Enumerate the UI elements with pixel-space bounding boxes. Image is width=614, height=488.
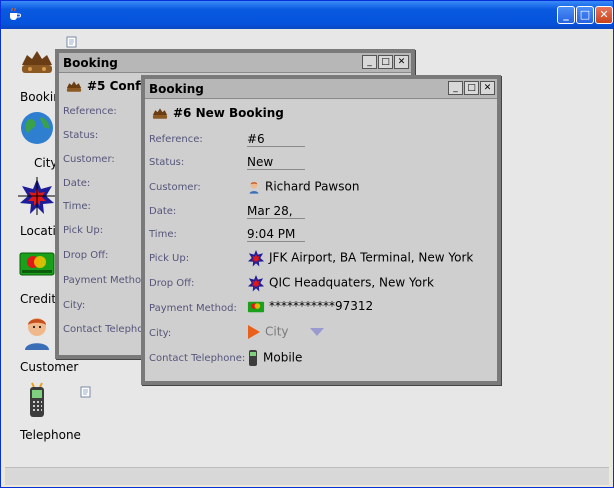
close-button[interactable]: ✕ — [394, 55, 409, 69]
city-flag-icon — [248, 325, 260, 339]
date-field[interactable]: Mar 28, — [247, 204, 305, 219]
payment-method-field[interactable]: ***********97312 — [247, 299, 373, 314]
drop-off-field[interactable]: QIC Headquaters, New York — [247, 274, 434, 292]
field-label: Status: — [149, 157, 185, 168]
desktop-icon-label: Telephone — [20, 428, 81, 442]
location-icon — [247, 249, 265, 267]
maximize-button[interactable]: □ — [464, 81, 479, 95]
customer-field[interactable]: Richard Pawson — [247, 178, 359, 196]
location-icon — [247, 274, 265, 292]
minimize-button[interactable]: _ — [362, 55, 377, 69]
location-icon — [18, 177, 56, 215]
booking-window-front[interactable]: Booking _ □ ✕ #6 New Booking Reference: #6… — [141, 75, 501, 385]
credit-card-icon — [247, 301, 265, 312]
contact-telephone-value: Mobile — [263, 350, 303, 365]
field-label: Pick Up: — [149, 253, 190, 264]
credit-card-icon — [19, 252, 55, 276]
desktop-icon-telephone[interactable]: Telephone — [8, 381, 98, 443]
time-field[interactable]: 9:04 PM — [247, 227, 305, 242]
desktop-icon-label: City — [34, 156, 58, 170]
field-label: Drop Off: — [63, 250, 109, 261]
customer-value: Richard Pawson — [265, 179, 360, 194]
status-bar — [5, 467, 609, 485]
status-field[interactable]: New — [247, 155, 305, 170]
customer-icon — [25, 318, 49, 350]
pick-up-field[interactable]: JFK Airport, BA Terminal, New York — [247, 249, 473, 267]
field-label: Customer: — [63, 154, 115, 165]
city-icon — [21, 112, 53, 144]
booking-icon — [22, 51, 52, 73]
field-label: Drop Off: — [149, 278, 195, 289]
field-label: Time: — [63, 201, 91, 212]
field-label: Status: — [63, 130, 99, 141]
field-label: Reference: — [63, 106, 117, 117]
field-label: Date: — [149, 206, 177, 217]
booking-icon — [152, 107, 168, 119]
field-label: Pick Up: — [63, 225, 104, 236]
minimize-button[interactable]: _ — [557, 6, 575, 24]
java-cup-icon — [10, 7, 21, 20]
maximize-button[interactable]: □ — [576, 6, 594, 24]
field-label: Payment Method: — [63, 275, 151, 286]
window-title: Booking — [149, 82, 204, 96]
customer-icon — [249, 181, 259, 194]
field-label: Customer: — [149, 182, 201, 193]
window-heading: #6 New Booking — [151, 106, 284, 121]
booking-icon — [66, 80, 82, 92]
field-label: City: — [149, 328, 172, 339]
window-titlebar[interactable]: Booking _ □ ✕ — [59, 53, 411, 73]
payment-method-value: ***********97312 — [269, 299, 374, 313]
desktop: Booking City Location Credit Card Custom… — [5, 29, 609, 467]
close-button[interactable]: ✕ — [595, 6, 613, 24]
field-label: City: — [63, 300, 86, 311]
field-label: Contact Telephone: — [149, 353, 246, 364]
field-label: Reference: — [149, 134, 203, 145]
telephone-icon — [30, 382, 44, 417]
heading-text: #6 New Booking — [173, 106, 284, 120]
window-titlebar[interactable]: Booking _ □ ✕ — [145, 79, 497, 99]
maximize-button[interactable]: □ — [378, 55, 393, 69]
contact-telephone-field[interactable]: Mobile — [247, 349, 302, 367]
desktop-icon-label: Customer — [20, 360, 79, 374]
app-titlebar[interactable]: _ □ ✕ — [1, 1, 613, 29]
window-title: Booking — [63, 56, 118, 70]
field-label: Date: — [63, 178, 91, 189]
chevron-down-icon[interactable] — [310, 328, 325, 336]
field-label: Time: — [149, 229, 177, 240]
telephone-icon — [249, 350, 257, 366]
close-button[interactable]: ✕ — [480, 81, 495, 95]
field-label: Payment Method: — [149, 303, 237, 314]
city-field[interactable]: City — [247, 324, 328, 340]
drop-off-value: QIC Headquaters, New York — [269, 275, 434, 290]
pick-up-value: JFK Airport, BA Terminal, New York — [269, 250, 474, 265]
app-window: _ □ ✕ Booking City Location Credit Card … — [0, 0, 614, 488]
minimize-button[interactable]: _ — [448, 81, 463, 95]
city-value: City — [265, 324, 289, 339]
reference-field[interactable]: #6 — [247, 132, 305, 147]
